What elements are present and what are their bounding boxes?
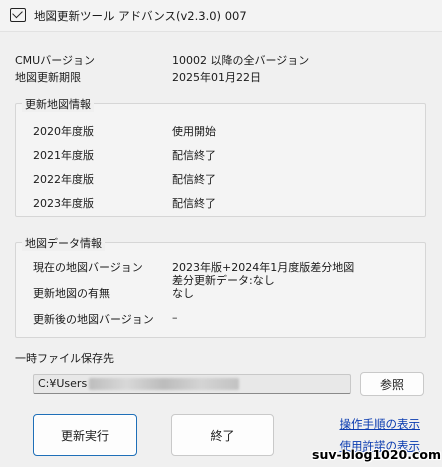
map-year-row: 2021年度版 配信終了 xyxy=(33,147,216,163)
map-year-status: 配信終了 xyxy=(172,149,216,162)
cmu-version-label: CMUバージョン xyxy=(15,54,96,67)
map-year-label: 2020年度版 xyxy=(33,125,94,138)
after-map-version-label: 更新後の地図バージョン xyxy=(33,313,154,326)
has-update-label: 更新地図の有無 xyxy=(33,287,110,300)
update-map-info-group: 更新地図情報 2020年度版 使用開始 2021年度版 配信終了 2022年度版… xyxy=(15,96,426,217)
update-map-info-title: 更新地図情報 xyxy=(22,96,94,112)
window-title: 地図更新ツール アドバンス(v2.3.0) 007 xyxy=(34,9,247,23)
execute-update-button[interactable]: 更新実行 xyxy=(33,414,137,456)
main-window: CMUバージョン 10002 以降の全バージョン 地図更新期限 2025年01月… xyxy=(0,32,442,467)
map-data-info-group: 地図データ情報 現在の地図バージョン 2023年版+2024年1月度版差分地図 … xyxy=(15,235,426,338)
temp-folder-path-field[interactable]: C:¥Users xyxy=(33,374,351,394)
update-deadline-value: 2025年01月22日 xyxy=(172,71,261,84)
map-year-row: 2022年度版 配信終了 xyxy=(33,171,216,187)
current-map-version-label: 現在の地図バージョン xyxy=(33,261,143,274)
after-map-version-row: 更新後の地図バージョン – xyxy=(33,311,178,327)
finish-button[interactable]: 終了 xyxy=(171,414,274,456)
map-year-label: 2021年度版 xyxy=(33,149,94,162)
site-watermark: suv-blog1020.com xyxy=(312,447,442,462)
temp-folder-label: 一時ファイル保存先 xyxy=(15,352,114,365)
map-year-label: 2022年度版 xyxy=(33,173,94,186)
map-data-info-title: 地図データ情報 xyxy=(22,235,105,251)
cmu-version-value: 10002 以降の全バージョン xyxy=(172,54,310,67)
update-deadline-label: 地図更新期限 xyxy=(15,71,81,84)
app-map-icon xyxy=(10,8,26,22)
has-update-value: なし xyxy=(172,287,194,300)
current-map-version-row: 現在の地図バージョン 2023年版+2024年1月度版差分地図 xyxy=(33,259,354,275)
has-update-row: 更新地図の有無 なし xyxy=(33,285,194,301)
map-year-label: 2023年度版 xyxy=(33,197,94,210)
map-year-row: 2023年度版 配信終了 xyxy=(33,195,216,211)
title-bar: 地図更新ツール アドバンス(v2.3.0) 007 xyxy=(0,0,442,32)
after-map-version-value: – xyxy=(172,311,178,324)
map-year-row: 2020年度版 使用開始 xyxy=(33,123,216,139)
procedure-link[interactable]: 操作手順の表示 xyxy=(340,416,421,432)
temp-folder-path-text: C:¥Users xyxy=(38,377,88,390)
browse-button[interactable]: 参照 xyxy=(360,372,424,396)
map-year-status: 使用開始 xyxy=(172,125,216,138)
map-year-status: 配信終了 xyxy=(172,197,216,210)
map-year-status: 配信終了 xyxy=(172,173,216,186)
redacted-path-blur xyxy=(89,378,240,390)
